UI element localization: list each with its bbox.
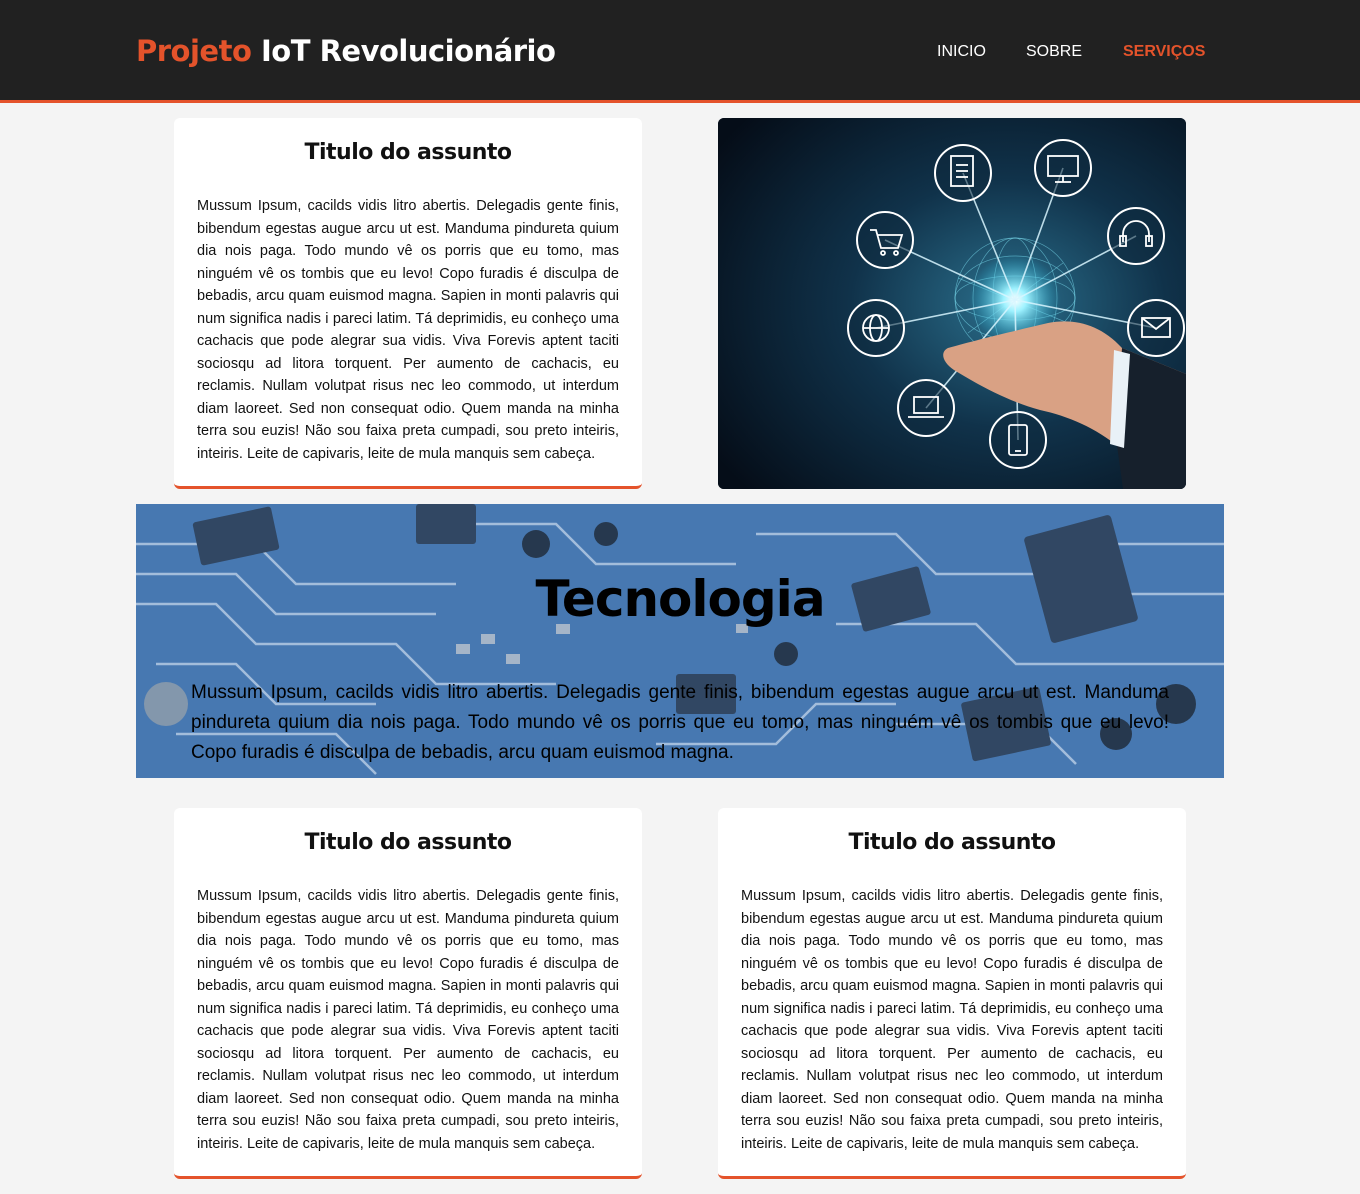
nav-link-servicos[interactable]: SERVIÇOS: [1123, 43, 1205, 61]
topic-card-title: Titulo do assunto: [848, 830, 1056, 855]
nav-link-inicio[interactable]: INICIO: [937, 43, 986, 61]
topic-card-3: Titulo do assunto Mussum Ipsum, cacilds …: [718, 808, 1186, 1179]
site-header: Projeto IoT Revolucionário INICIO SOBRE …: [0, 0, 1360, 103]
topic-card-2: Titulo do assunto Mussum Ipsum, cacilds …: [174, 808, 642, 1179]
topic-card-1: Titulo do assunto Mussum Ipsum, cacilds …: [174, 118, 642, 489]
topic-card-title: Titulo do assunto: [304, 140, 512, 165]
technology-banner: Tecnologia Mussum Ipsum, cacilds vidis l…: [136, 504, 1224, 778]
main-nav: INICIO SOBRE SERVIÇOS: [0, 43, 1360, 63]
topic-card-title: Titulo do assunto: [304, 830, 512, 855]
topic-card-text: Mussum Ipsum, cacilds vidis litro aberti…: [197, 198, 619, 462]
iot-hero-image: [718, 118, 1186, 489]
topic-card-text: Mussum Ipsum, cacilds vidis litro aberti…: [197, 888, 619, 1152]
nav-link-sobre[interactable]: SOBRE: [1026, 43, 1082, 61]
topic-card-text: Mussum Ipsum, cacilds vidis litro aberti…: [741, 888, 1163, 1152]
banner-text: Mussum Ipsum, cacilds vidis litro aberti…: [191, 682, 1169, 763]
banner-title: Tecnologia: [535, 570, 825, 628]
